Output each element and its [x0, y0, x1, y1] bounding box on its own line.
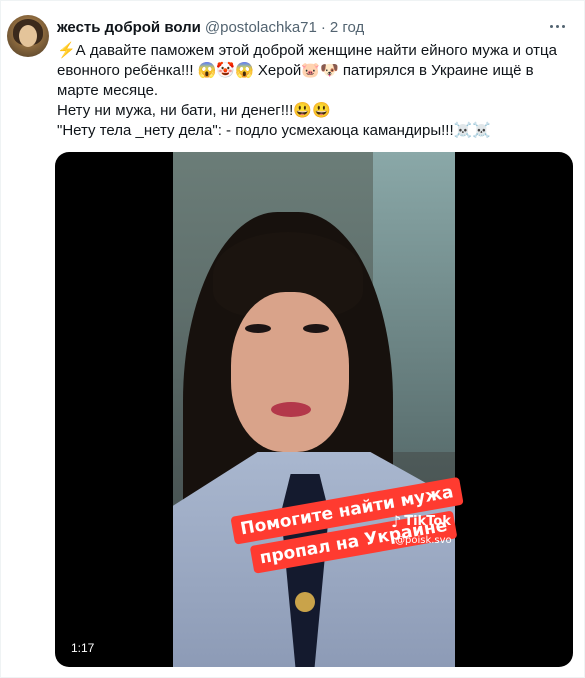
tweet-time[interactable]: 2 год — [330, 19, 364, 36]
tweet-card[interactable]: жесть доброй воли @postolachka71 · 2 год… — [0, 0, 585, 678]
person-eye-right — [303, 324, 329, 333]
tiktok-watermark: ♪ TikTok — [391, 512, 451, 531]
tie-badge — [295, 592, 315, 612]
avatar-face — [19, 25, 37, 47]
tweet-text-line-2: Нету ни мужа, ни бати, ни денег!!!😃😃 — [57, 102, 331, 119]
tweet-text-line-1: ⚡А давайте паможем этой доброй женщине н… — [57, 42, 557, 99]
video-player[interactable]: Помогите найти мужа пропал на Украине ♪ … — [55, 152, 573, 667]
person-lips — [271, 402, 311, 417]
video-frame — [173, 152, 455, 667]
tiktok-brand: TikTok — [404, 514, 451, 529]
header-separator: · — [320, 18, 326, 36]
tweet-text-line-3: "Нету тела _нету дела": - подло усмехаюц… — [57, 122, 491, 139]
avatar[interactable] — [7, 15, 49, 57]
more-options-button[interactable] — [544, 13, 570, 39]
tweet-header: жесть доброй воли @postolachka71 · 2 год — [57, 17, 364, 37]
person-eye-left — [245, 324, 271, 333]
tiktok-handle: @poisk.svo — [395, 535, 452, 546]
more-horizontal-icon — [561, 24, 565, 28]
tweet-text: ⚡А давайте паможем этой доброй женщине н… — [57, 41, 572, 141]
video-duration: 1:17 — [71, 641, 95, 655]
author-name[interactable]: жесть доброй воли — [57, 19, 201, 36]
more-horizontal-icon — [555, 24, 559, 28]
more-horizontal-icon — [549, 24, 553, 28]
person-face — [231, 292, 349, 452]
author-handle[interactable]: @postolachka71 — [205, 19, 317, 36]
tiktok-note-icon: ♪ — [391, 512, 402, 531]
